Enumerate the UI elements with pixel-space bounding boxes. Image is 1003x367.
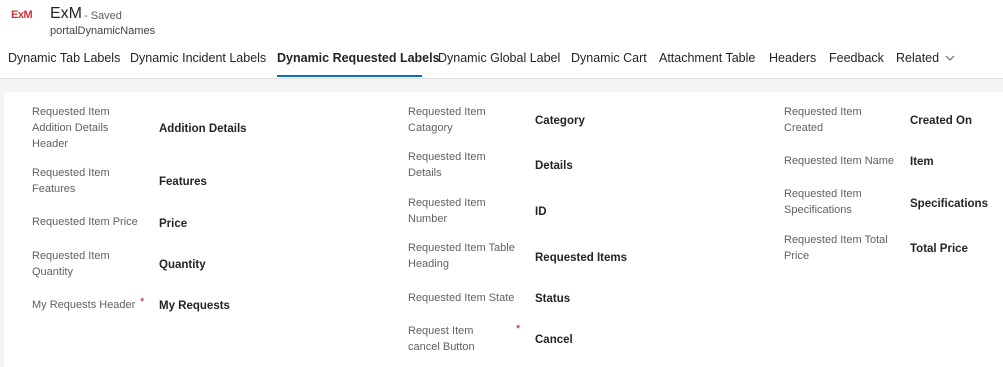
exm-logo: ExM [11,9,33,21]
tab-related-label: Related [896,51,940,65]
field-value-state[interactable]: Status [535,293,570,305]
field-label-total-price: Requested Item Total Price [784,234,888,262]
field-label-features: Requested Item Features [32,167,110,195]
field-label-state: Requested Item State [408,292,515,304]
field-value-number[interactable]: ID [535,206,547,218]
field-value-category[interactable]: Category [535,115,585,127]
active-tab-indicator [277,75,422,77]
field-value-price[interactable]: Price [159,218,187,230]
field-value-created[interactable]: Created On [910,115,972,127]
record-title: ExM [50,5,82,22]
field-value-cancel-button[interactable]: Cancel [535,334,573,346]
tab-bar: Dynamic Tab Labels Dynamic Incident Labe… [0,46,1003,79]
field-label-addition-details-header: Requested Item Addition Details Header [32,106,110,150]
field-label-cancel-button: Request Item cancel Button [408,325,475,353]
section-separator [0,79,1003,92]
field-value-total-price[interactable]: Total Price [910,243,968,255]
field-value-details[interactable]: Details [535,160,573,172]
tab-dynamic-incident-labels[interactable]: Dynamic Incident Labels [130,51,266,65]
field-value-specifications[interactable]: Specifications [910,198,988,210]
field-label-details: Requested Item Details [408,151,486,179]
field-value-addition-details-header[interactable]: Addition Details [159,123,247,135]
tab-dynamic-requested-labels[interactable]: Dynamic Requested Labels [277,51,440,65]
field-label-table-heading: Requested Item Table Heading [408,242,515,270]
record-subtitle: portalDynamicNames [50,25,156,37]
field-value-quantity[interactable]: Quantity [159,259,206,271]
chevron-down-icon [945,54,955,65]
field-label-number: Requested Item Number [408,197,486,225]
tab-feedback[interactable]: Feedback [829,51,884,65]
tab-related[interactable]: Related [896,51,955,65]
field-label-name: Requested Item Name [784,155,895,167]
field-label-specifications: Requested Item Specifications [784,188,862,216]
required-indicator: * [140,296,145,308]
tab-dynamic-tab-labels[interactable]: Dynamic Tab Labels [8,51,120,65]
tab-attachment-table[interactable]: Attachment Table [659,51,755,65]
tab-dynamic-cart[interactable]: Dynamic Cart [571,51,647,65]
tab-dynamic-global-label[interactable]: Dynamic Global Label [438,51,560,65]
field-value-table-heading[interactable]: Requested Items [535,252,627,264]
left-gutter [0,92,4,367]
app-header: ExM ExM - Saved portalDynamicNames [0,0,1003,44]
required-indicator: * [516,323,521,335]
field-label-quantity: Requested Item Quantity [32,250,110,278]
field-label-price: Requested Item Price [32,216,138,228]
field-value-name[interactable]: Item [910,156,934,168]
save-status: - Saved [84,10,122,22]
field-label-created: Requested Item Created [784,106,862,134]
field-value-my-requests-header[interactable]: My Requests [159,300,230,312]
field-value-features[interactable]: Features [159,176,207,188]
field-label-my-requests-header: My Requests Header [32,299,136,311]
field-label-category: Requested Item Catagory [408,106,486,134]
tab-headers[interactable]: Headers [769,51,816,65]
